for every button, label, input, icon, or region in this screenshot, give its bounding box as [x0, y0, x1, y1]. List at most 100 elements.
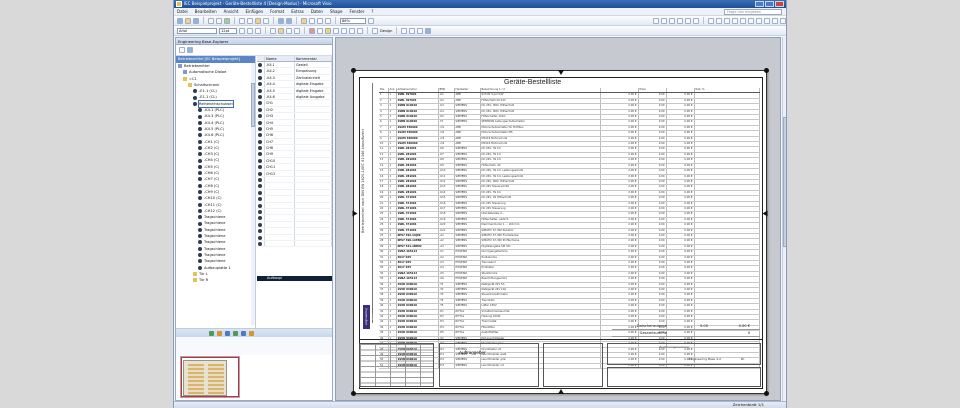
line-ends-icon[interactable] — [349, 27, 355, 34]
line-weight-icon[interactable] — [333, 27, 339, 34]
font-color-icon[interactable] — [309, 27, 315, 34]
distribute-icon[interactable] — [740, 17, 746, 24]
minimize-button[interactable] — [755, 1, 764, 7]
print-icon[interactable] — [208, 17, 214, 24]
table-row[interactable] — [257, 240, 332, 248]
selected-table-row[interactable]: Aufbaupl — [257, 276, 332, 281]
explorer-view-icon[interactable] — [179, 47, 185, 53]
rotate-icon[interactable] — [708, 17, 714, 24]
connector-tool-icon[interactable] — [309, 17, 315, 24]
copy-icon[interactable] — [247, 17, 253, 24]
line-tool-icon[interactable] — [669, 17, 675, 24]
close-button[interactable] — [775, 1, 784, 7]
menu-item[interactable]: Einfügen — [245, 9, 263, 14]
drawing-number-label: Zeichnungsnummer — [659, 345, 690, 349]
device-icon — [198, 120, 202, 125]
code-icon[interactable] — [409, 27, 416, 34]
align-center-icon[interactable] — [278, 27, 284, 34]
sync-icon[interactable] — [225, 330, 230, 336]
menu-item[interactable]: Daten — [311, 9, 323, 14]
design-mode-label[interactable]: Design — [380, 29, 392, 33]
menu-item[interactable]: Datei — [177, 9, 188, 14]
column-header[interactable]: Name — [265, 56, 295, 61]
canvas-scroll-thumb[interactable] — [783, 117, 786, 247]
send-back-icon[interactable] — [756, 17, 762, 24]
maximize-button[interactable] — [765, 1, 774, 7]
glue-icon[interactable] — [780, 17, 786, 24]
font-size-combo[interactable]: 12pt — [219, 27, 237, 34]
viewport-rectangle[interactable] — [181, 357, 239, 397]
apply-icon[interactable] — [233, 330, 238, 336]
title-bar: IEC Beispielprojekt - Geräte-Bestelllist… — [174, 0, 786, 8]
tree-scrollbar[interactable] — [251, 63, 255, 325]
cabinet-thumbnail[interactable] — [180, 356, 240, 398]
open-icon[interactable] — [185, 17, 191, 24]
device-icon — [258, 120, 262, 125]
underline-icon[interactable] — [255, 27, 261, 34]
help-search-input[interactable]: Frage hier eingeben — [724, 9, 782, 15]
new-icon[interactable] — [177, 17, 183, 24]
page-indicator: Zeichenblatt 1/1 — [732, 402, 764, 407]
zoom-combo[interactable]: 86% — [340, 17, 366, 24]
database-icon[interactable] — [425, 27, 432, 34]
freeform-tool-icon[interactable] — [685, 17, 691, 24]
paste-icon[interactable] — [255, 17, 261, 24]
warning-icon[interactable] — [249, 330, 254, 336]
center-marker — [558, 389, 564, 394]
shape-tool-icon[interactable] — [325, 17, 331, 24]
align-right-icon[interactable] — [286, 27, 292, 34]
shadow-icon[interactable] — [357, 27, 363, 34]
line-color-icon[interactable] — [317, 27, 323, 34]
cut-icon[interactable] — [239, 17, 245, 24]
font-combo[interactable]: Arial — [177, 27, 217, 34]
preview-icon[interactable] — [216, 17, 222, 24]
row-marker — [257, 145, 265, 151]
align-icon[interactable] — [732, 17, 738, 24]
menu-item[interactable]: Bearbeiten — [195, 9, 217, 14]
justify-icon[interactable] — [294, 27, 300, 34]
properties-icon[interactable] — [401, 27, 408, 34]
menu-item[interactable]: Shape — [330, 9, 343, 14]
canvas-vertical-scrollbar[interactable] — [782, 37, 786, 401]
control-icon[interactable] — [417, 27, 424, 34]
text-tool-icon[interactable] — [317, 17, 323, 24]
menu-item[interactable]: ? — [371, 9, 373, 14]
explorer-filter-icon[interactable] — [187, 47, 193, 53]
menu-item[interactable]: Format — [270, 9, 284, 14]
format-painter-icon[interactable] — [263, 17, 269, 24]
pencil-tool-icon[interactable] — [693, 17, 699, 24]
refresh-icon[interactable] — [217, 330, 222, 336]
flip-icon[interactable] — [716, 17, 722, 24]
pointer-tool-icon[interactable] — [301, 17, 307, 24]
bold-icon[interactable] — [239, 27, 245, 34]
ellipse-tool-icon[interactable] — [661, 17, 667, 24]
help-icon[interactable] — [368, 17, 374, 24]
save-icon[interactable] — [193, 17, 199, 24]
row-marker — [257, 196, 265, 202]
layers-icon[interactable] — [764, 17, 770, 24]
menu-item[interactable]: Ansicht — [224, 9, 239, 14]
italic-icon[interactable] — [247, 27, 253, 34]
spellcheck-icon[interactable] — [224, 17, 230, 24]
undo-icon[interactable] — [278, 17, 284, 24]
link-icon[interactable] — [241, 330, 246, 336]
redo-icon[interactable] — [286, 17, 292, 24]
snap-icon[interactable] — [772, 17, 778, 24]
arc-tool-icon[interactable] — [677, 17, 683, 24]
fill-color-icon[interactable] — [325, 27, 331, 34]
tree-node[interactable]: Tür R — [176, 277, 255, 283]
column-header[interactable]: Kommentar — [295, 56, 332, 61]
design-mode-icon[interactable] — [372, 27, 378, 34]
drawing-page[interactable]: Betriebsmittel nach DIN EN 1820-1/IEC 61… — [351, 68, 769, 396]
table-cell: CH11 — [265, 164, 295, 170]
check-icon[interactable] — [209, 330, 214, 336]
rectangle-tool-icon[interactable] — [653, 17, 659, 24]
align-left-icon[interactable] — [270, 27, 276, 34]
line-pattern-icon[interactable] — [341, 27, 347, 34]
menu-item[interactable]: Fenster — [350, 9, 365, 14]
menu-item[interactable]: Extras — [291, 9, 304, 14]
tree-scroll-thumb[interactable] — [251, 83, 255, 127]
drawing-canvas[interactable]: Betriebsmittel nach DIN EN 1820-1/IEC 61… — [335, 37, 781, 401]
group-icon[interactable] — [724, 17, 730, 24]
bring-front-icon[interactable] — [748, 17, 754, 24]
